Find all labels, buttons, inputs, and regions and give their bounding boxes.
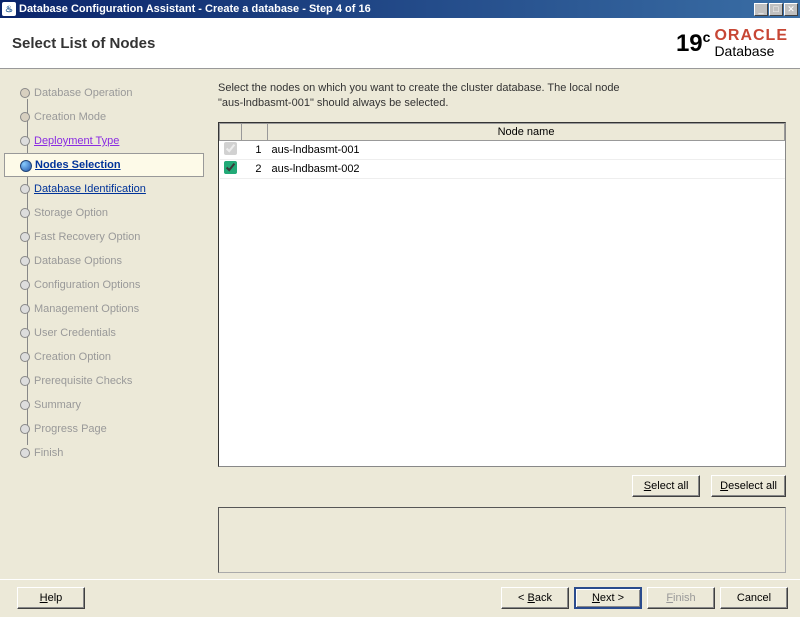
sidebar-step-7: Database Options bbox=[20, 249, 200, 273]
table-row[interactable]: 2aus-lndbasmt-002 bbox=[220, 159, 785, 178]
help-button[interactable]: Help bbox=[17, 587, 85, 609]
minimize-button[interactable]: _ bbox=[754, 3, 768, 16]
java-icon: ♨ bbox=[2, 2, 16, 16]
step-dot-icon bbox=[20, 448, 30, 458]
step-dot-icon bbox=[20, 328, 30, 338]
deselect-all-button[interactable]: Deselect all bbox=[711, 475, 786, 497]
sidebar-step-5: Storage Option bbox=[20, 201, 200, 225]
step-dot-icon bbox=[20, 424, 30, 434]
sidebar-step-label: Fast Recovery Option bbox=[34, 231, 140, 243]
sidebar-step-label: User Credentials bbox=[34, 327, 116, 339]
sidebar-step-10: User Credentials bbox=[20, 321, 200, 345]
sidebar-step-13: Summary bbox=[20, 393, 200, 417]
cancel-button[interactable]: Cancel bbox=[720, 587, 788, 609]
next-button[interactable]: Next > bbox=[574, 587, 642, 609]
message-panel bbox=[218, 507, 786, 573]
step-dot-icon bbox=[20, 256, 30, 266]
step-dot-icon bbox=[20, 208, 30, 218]
step-dot-icon bbox=[20, 352, 30, 362]
node-checkbox[interactable] bbox=[224, 161, 237, 174]
finish-button: Finish bbox=[647, 587, 715, 609]
close-button[interactable]: ✕ bbox=[784, 3, 798, 16]
node-name: aus-lndbasmt-001 bbox=[268, 140, 785, 159]
sidebar-step-label: Prerequisite Checks bbox=[34, 375, 132, 387]
sidebar-step-0: Database Operation bbox=[20, 81, 200, 105]
node-checkbox bbox=[224, 142, 237, 155]
wizard-sidebar: Database Operation Creation Mode Deploymen… bbox=[0, 69, 204, 579]
node-index: 2 bbox=[242, 159, 268, 178]
node-name-header: Node name bbox=[268, 123, 785, 140]
table-row[interactable]: 1aus-lndbasmt-001 bbox=[220, 140, 785, 159]
maximize-button[interactable]: □ bbox=[769, 3, 783, 16]
sidebar-step-15: Finish bbox=[20, 441, 200, 465]
nodes-table: Node name 1aus-lndbasmt-0012aus-lndbasmt… bbox=[219, 123, 785, 179]
sidebar-step-label: Creation Mode bbox=[34, 111, 106, 123]
step-dot-icon bbox=[20, 376, 30, 386]
sidebar-step-8: Configuration Options bbox=[20, 273, 200, 297]
step-dot-icon bbox=[20, 136, 30, 146]
sidebar-step-12: Prerequisite Checks bbox=[20, 369, 200, 393]
sidebar-step-label: Creation Option bbox=[34, 351, 111, 363]
sidebar-step-9: Management Options bbox=[20, 297, 200, 321]
sidebar-step-6: Fast Recovery Option bbox=[20, 225, 200, 249]
sidebar-step-11: Creation Option bbox=[20, 345, 200, 369]
main-panel: Select the nodes on which you want to cr… bbox=[204, 69, 800, 579]
sidebar-step-label: Database Options bbox=[34, 255, 122, 267]
step-dot-icon bbox=[20, 112, 30, 122]
sidebar-step-3[interactable]: Nodes Selection bbox=[4, 153, 204, 177]
select-all-button[interactable]: Select all bbox=[632, 475, 700, 497]
page-title: Select List of Nodes bbox=[12, 35, 155, 52]
window-titlebar: ♨ Database Configuration Assistant - Cre… bbox=[0, 0, 800, 18]
sidebar-step-1: Creation Mode bbox=[20, 105, 200, 129]
nodes-table-wrap: Node name 1aus-lndbasmt-0012aus-lndbasmt… bbox=[218, 122, 786, 467]
sidebar-step-label: Database Operation bbox=[34, 87, 132, 99]
sidebar-step-label: Storage Option bbox=[34, 207, 108, 219]
step-dot-icon bbox=[20, 160, 32, 172]
sidebar-step-label: Progress Page bbox=[34, 423, 107, 435]
sidebar-step-4[interactable]: Database Identification bbox=[20, 177, 200, 201]
oracle-brand: 19c ORACLE Database bbox=[676, 27, 788, 59]
sidebar-step-label: Management Options bbox=[34, 303, 139, 315]
sidebar-step-label[interactable]: Deployment Type bbox=[34, 135, 119, 147]
sidebar-step-14: Progress Page bbox=[20, 417, 200, 441]
window-title: Database Configuration Assistant - Creat… bbox=[19, 3, 754, 15]
step-dot-icon bbox=[20, 304, 30, 314]
instruction-text: Select the nodes on which you want to cr… bbox=[218, 81, 786, 112]
sidebar-step-label[interactable]: Nodes Selection bbox=[35, 159, 121, 171]
step-dot-icon bbox=[20, 88, 30, 98]
sidebar-step-label: Configuration Options bbox=[34, 279, 140, 291]
footer-bar: Help < Back Next > Finish Cancel bbox=[0, 579, 800, 615]
sidebar-step-2[interactable]: Deployment Type bbox=[20, 129, 200, 153]
step-dot-icon bbox=[20, 280, 30, 290]
step-dot-icon bbox=[20, 184, 30, 194]
step-dot-icon bbox=[20, 232, 30, 242]
sidebar-step-label: Summary bbox=[34, 399, 81, 411]
step-dot-icon bbox=[20, 400, 30, 410]
sidebar-step-label: Finish bbox=[34, 447, 63, 459]
node-index: 1 bbox=[242, 140, 268, 159]
back-button[interactable]: < Back bbox=[501, 587, 569, 609]
page-header: Select List of Nodes 19c ORACLE Database bbox=[0, 18, 800, 69]
sidebar-step-label[interactable]: Database Identification bbox=[34, 183, 146, 195]
node-name: aus-lndbasmt-002 bbox=[268, 159, 785, 178]
